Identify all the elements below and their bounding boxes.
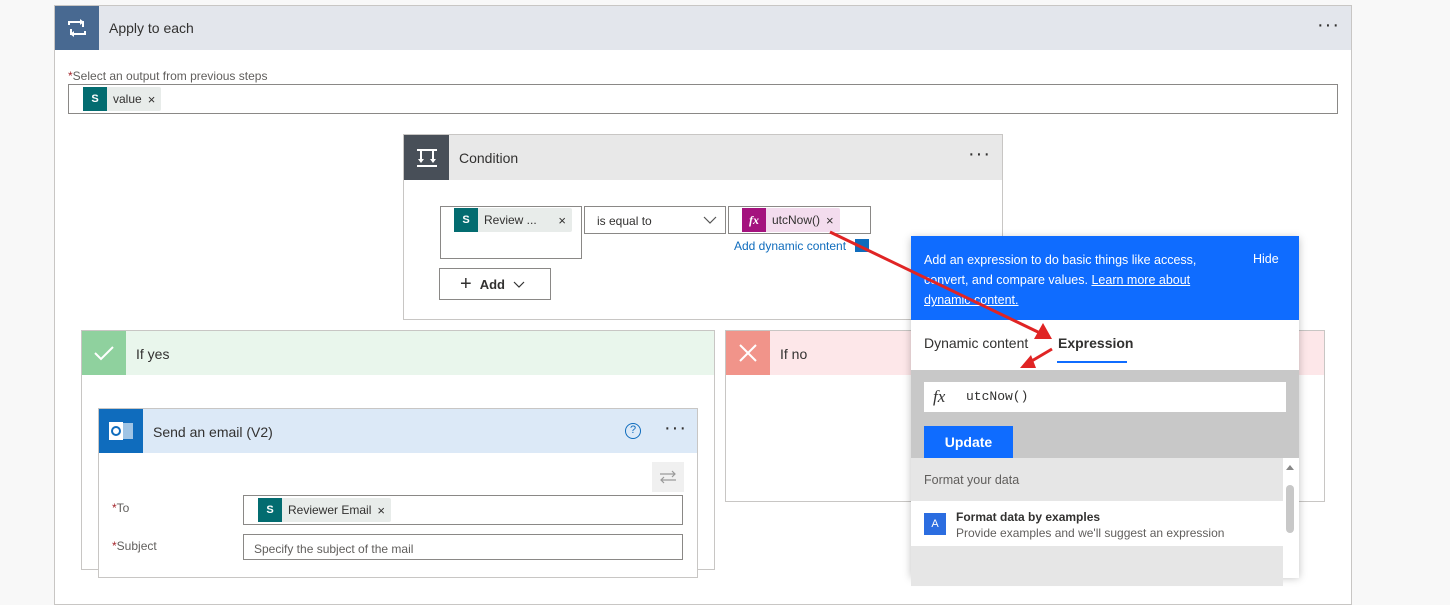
expression-editor: fx utcNow() Update [911, 370, 1299, 458]
output-field[interactable]: S value × [68, 84, 1338, 114]
close-icon [726, 331, 770, 375]
fx-icon: fx [933, 387, 946, 406]
apply-to-each-header[interactable]: Apply to each ··· [55, 6, 1351, 50]
fx-icon: fx [742, 208, 766, 232]
value-token[interactable]: S value × [83, 87, 162, 111]
send-email-header[interactable]: Send an email (V2) ? ··· [99, 409, 697, 453]
send-email-card: Send an email (V2) ? ··· *To S Reviewer … [98, 408, 698, 578]
hide-button[interactable]: Hide [1253, 252, 1279, 266]
reviewer-email-token[interactable]: S Reviewer Email × [258, 498, 391, 522]
tab-dynamic-content[interactable]: Dynamic content [924, 335, 1028, 351]
output-field-label: *Select an output from previous steps [68, 69, 268, 83]
to-label: *To [112, 501, 130, 515]
popup-header: Add an expression to do basic things lik… [911, 236, 1299, 320]
send-email-title: Send an email (V2) [153, 424, 273, 440]
popup-tabs: Dynamic content Expression [911, 320, 1299, 370]
expression-popup: Add an expression to do basic things lik… [911, 236, 1299, 586]
plus-icon: + [460, 273, 472, 295]
tab-expression-underline [1057, 361, 1127, 363]
condition-header[interactable]: Condition ··· [404, 135, 1002, 180]
loop-icon [55, 6, 99, 50]
close-icon[interactable]: × [826, 213, 840, 228]
apply-to-each-title: Apply to each [109, 20, 194, 36]
condition-left-field[interactable]: S Review ... × [440, 206, 582, 259]
tab-expression[interactable]: Expression [1058, 335, 1133, 351]
utcnow-token[interactable]: fx utcNow() × [742, 208, 840, 232]
add-dynamic-content-link[interactable]: Add dynamic content [734, 239, 846, 253]
condition-icon [404, 135, 449, 180]
expression-input[interactable]: fx utcNow() [924, 382, 1286, 412]
to-field[interactable]: S Reviewer Email × [243, 495, 683, 525]
outlook-icon [99, 409, 143, 453]
sharepoint-icon: S [258, 498, 282, 522]
expression-list: Format your data A Format data by exampl… [911, 458, 1299, 586]
more-options-icon[interactable]: ··· [968, 144, 991, 164]
condition-title: Condition [459, 150, 519, 166]
subject-field[interactable]: Specify the subject of the mail [243, 534, 683, 560]
chevron-down-icon [513, 277, 525, 292]
subject-label: *Subject [112, 539, 157, 553]
if-yes-header[interactable]: If yes [82, 331, 714, 375]
add-dynamic-badge [855, 239, 869, 252]
add-button[interactable]: + Add [439, 268, 551, 300]
scrollbar[interactable] [1285, 460, 1295, 580]
sharepoint-icon: S [83, 87, 107, 111]
close-icon[interactable]: × [558, 213, 572, 228]
close-icon[interactable]: × [148, 92, 162, 107]
condition-right-field[interactable]: fx utcNow() × [728, 206, 871, 234]
format-section-header: Format your data [911, 458, 1283, 501]
sharepoint-icon: S [454, 208, 478, 232]
swap-icon[interactable] [652, 462, 684, 492]
if-no-title: If no [780, 346, 808, 362]
format-data-icon: A [924, 513, 946, 535]
review-token[interactable]: S Review ... × [454, 208, 572, 232]
more-options-icon[interactable]: ··· [664, 418, 687, 438]
if-yes-title: If yes [136, 346, 170, 362]
update-button[interactable]: Update [924, 426, 1013, 458]
next-item[interactable] [911, 546, 1283, 586]
check-icon [82, 331, 126, 375]
help-icon[interactable]: ? [625, 423, 641, 439]
close-icon[interactable]: × [377, 503, 391, 518]
chevron-down-icon [703, 213, 717, 228]
format-by-examples-item[interactable]: A Format data by examples Provide exampl… [911, 501, 1283, 546]
operator-select[interactable]: is equal to [584, 206, 726, 234]
more-options-icon[interactable]: ··· [1317, 15, 1340, 35]
